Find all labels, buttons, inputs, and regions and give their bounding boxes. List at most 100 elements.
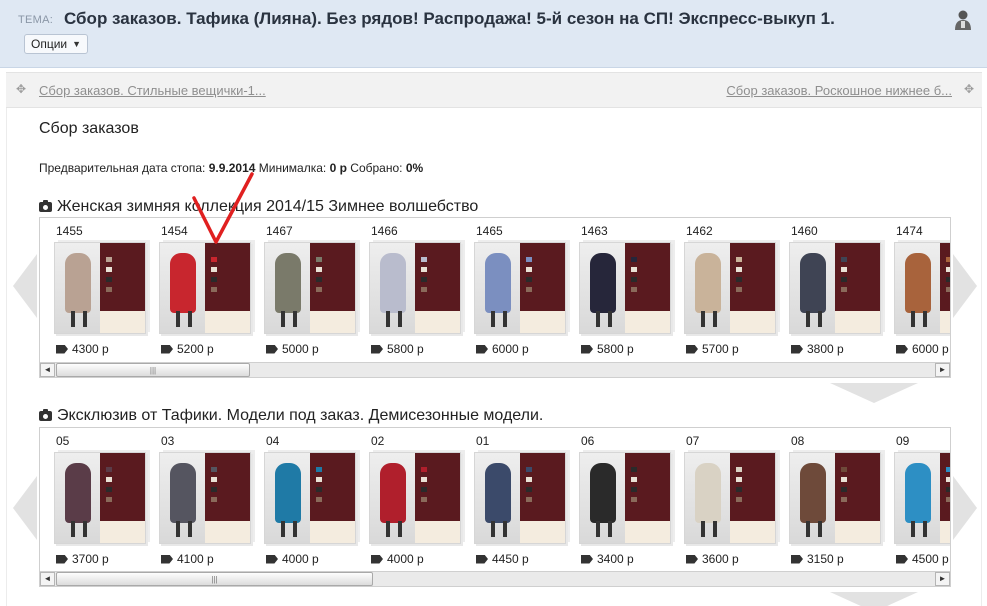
next-topic-link[interactable]: Сбор заказов. Роскошное нижнее б...	[726, 83, 952, 98]
color-swatch-panel	[625, 453, 670, 543]
stop-date-value: 9.9.2014	[208, 161, 256, 175]
product-item[interactable]: 05 3700 р	[40, 428, 146, 571]
product-item[interactable]: 02 4000 р	[355, 428, 461, 571]
price-tag-icon	[476, 554, 488, 564]
product-thumbnail[interactable]	[264, 242, 356, 334]
prev-topic-link[interactable]: Сбор заказов. Стильные вещички-1...	[39, 83, 266, 98]
options-button[interactable]: Опции ▼	[24, 34, 89, 54]
product-thumbnail[interactable]	[684, 242, 776, 334]
topic-header: ТЕМА: Сбор заказов. Тафика (Лияна). Без …	[0, 0, 987, 68]
product-code: 05	[56, 434, 70, 448]
user-icon[interactable]	[953, 9, 973, 31]
product-item[interactable]: 1467 5000 р	[250, 218, 356, 362]
scroll-right-button[interactable]: ►	[935, 363, 950, 377]
product-thumbnail[interactable]	[579, 242, 671, 334]
product-item[interactable]: 1463 5800 р	[565, 218, 671, 362]
product-thumbnail[interactable]	[369, 242, 461, 334]
price-value: 5000 р	[282, 342, 319, 356]
scrollbar-thumb[interactable]: |||	[56, 363, 250, 377]
price-value: 4450 р	[492, 552, 529, 566]
scroll-left-button[interactable]: ◄	[40, 363, 55, 377]
color-swatch-panel	[310, 243, 355, 333]
color-swatch-panel	[625, 243, 670, 333]
product-item[interactable]: 08 3150 р	[775, 428, 881, 571]
scroll-right-button[interactable]: ►	[935, 572, 950, 586]
next-topic-icon: ✥	[963, 82, 974, 96]
product-thumbnail[interactable]	[474, 242, 566, 334]
expand-album-arrow[interactable]	[830, 383, 918, 403]
carousel-right-arrow[interactable]	[953, 254, 977, 318]
model-photo	[475, 453, 520, 543]
model-photo	[685, 453, 730, 543]
carousel-left-arrow[interactable]	[13, 476, 37, 540]
scroll-left-button[interactable]: ◄	[40, 572, 55, 586]
product-thumbnail[interactable]	[54, 242, 146, 334]
price-value: 6000 р	[492, 342, 529, 356]
price-value: 4500 р	[912, 552, 949, 566]
product-item[interactable]: 1466 5800 р	[355, 218, 461, 362]
product-item[interactable]: 1455 4300 р	[40, 218, 146, 362]
product-thumbnail[interactable]	[894, 452, 950, 544]
color-swatch	[316, 257, 322, 262]
logo-area	[625, 311, 670, 333]
legs-figure	[386, 311, 402, 327]
product-thumbnail[interactable]	[264, 452, 356, 544]
product-thumbnail[interactable]	[579, 452, 671, 544]
color-swatch	[736, 487, 742, 492]
price-tag-icon	[371, 554, 383, 564]
color-swatch	[316, 487, 322, 492]
price-value: 5800 р	[597, 342, 634, 356]
product-item[interactable]: 1474 6000 р	[880, 218, 950, 362]
carousel-scrollbar[interactable]: ◄ ||| ►	[39, 571, 951, 587]
product-item[interactable]: 1465 6000 р	[460, 218, 566, 362]
color-swatch	[946, 477, 950, 482]
product-item[interactable]: 03 4100 р	[145, 428, 251, 571]
product-item[interactable]: 07 3600 р	[670, 428, 776, 571]
scrollbar-thumb[interactable]: |||	[56, 572, 373, 586]
model-photo	[580, 453, 625, 543]
product-item[interactable]: 1454 5200 р	[145, 218, 251, 362]
color-swatch	[631, 467, 637, 472]
legs-figure	[806, 311, 822, 327]
product-thumbnail[interactable]	[684, 452, 776, 544]
expand-album-arrow[interactable]	[830, 592, 918, 606]
album-title[interactable]: Эксклюзив от Тафики. Модели под заказ. Д…	[39, 407, 543, 425]
product-item[interactable]: 1460 3800 р	[775, 218, 881, 362]
model-photo	[55, 243, 100, 333]
product-thumbnail[interactable]	[54, 452, 146, 544]
product-thumbnail[interactable]	[789, 452, 881, 544]
product-thumbnail[interactable]	[369, 452, 461, 544]
price-value: 5200 р	[177, 342, 214, 356]
product-thumbnail[interactable]	[474, 452, 566, 544]
carousel-left-arrow[interactable]	[13, 254, 37, 318]
product-thumbnail[interactable]	[894, 242, 950, 334]
product-code: 1455	[56, 224, 83, 238]
color-swatch-panel	[100, 243, 145, 333]
price-value: 3150 р	[807, 552, 844, 566]
product-item[interactable]: 01 4450 р	[460, 428, 566, 571]
product-item[interactable]: 04 4000 р	[250, 428, 356, 571]
color-swatch	[946, 467, 950, 472]
product-thumbnail[interactable]	[159, 242, 251, 334]
product-item[interactable]: 06 3400 р	[565, 428, 671, 571]
options-label: Опции	[31, 37, 68, 51]
legs-figure	[281, 521, 297, 537]
carousel-scrollbar[interactable]: ◄ ||| ►	[39, 362, 951, 378]
price-tag-icon	[581, 554, 593, 564]
product-thumbnail[interactable]	[159, 452, 251, 544]
product-price: 3800 р	[791, 342, 844, 356]
carousel-right-arrow[interactable]	[953, 476, 977, 540]
legs-figure	[596, 521, 612, 537]
album-title[interactable]: Женская зимняя коллекция 2014/15 Зимнее …	[39, 198, 478, 216]
legs-figure	[806, 521, 822, 537]
product-code: 1454	[161, 224, 188, 238]
product-item[interactable]: 09 4500 р	[880, 428, 950, 571]
coat-figure	[65, 253, 91, 313]
color-swatch	[841, 277, 847, 282]
price-tag-icon	[686, 344, 698, 354]
product-code: 08	[791, 434, 805, 448]
product-item[interactable]: 1462 5700 р	[670, 218, 776, 362]
product-thumbnail[interactable]	[789, 242, 881, 334]
logo-area	[940, 521, 950, 543]
product-code: 1460	[791, 224, 818, 238]
